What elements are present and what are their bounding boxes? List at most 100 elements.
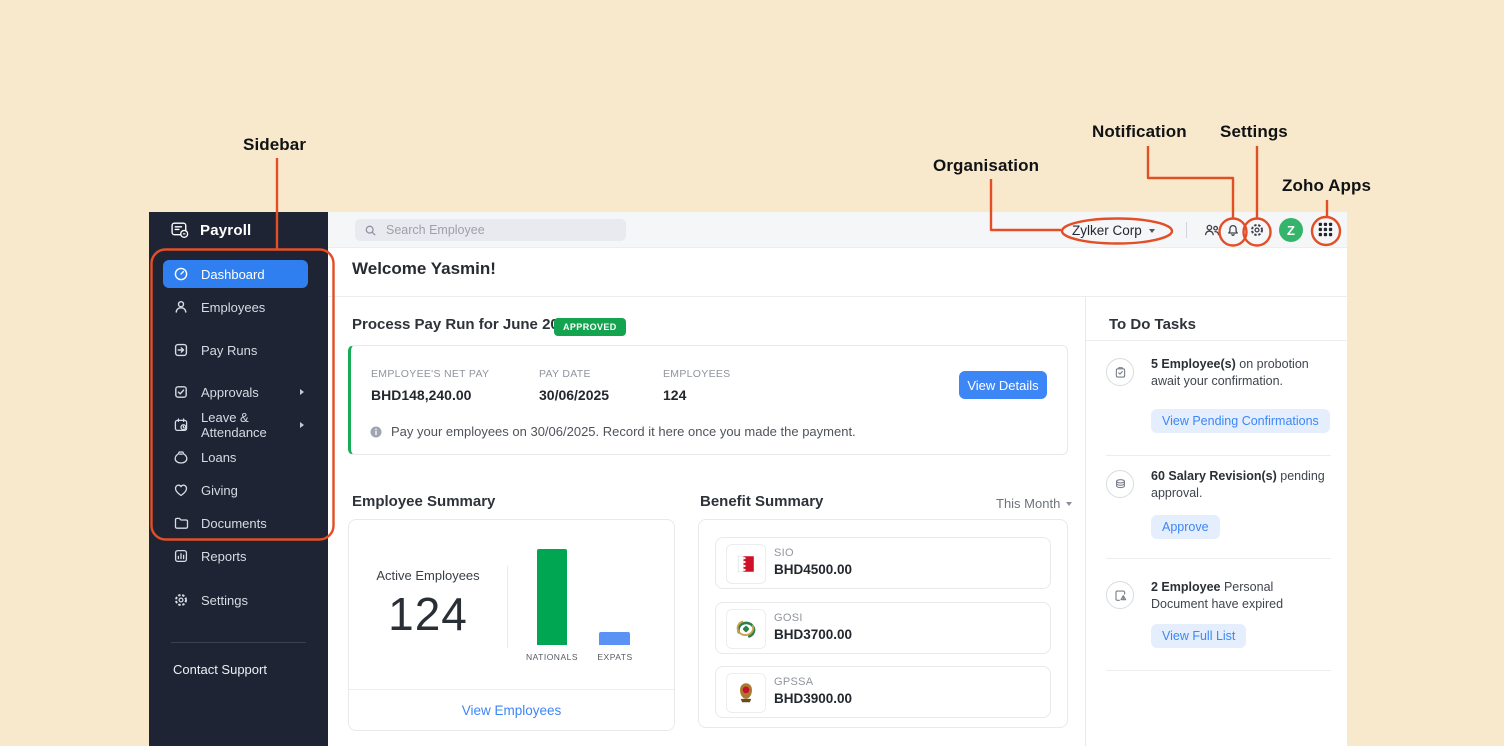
todo-panel: To Do Tasks 5 Employee(s) on probotion a… (1085, 296, 1347, 746)
pay-date-field: PAY DATE 30/06/2025 (539, 368, 609, 403)
sidebar-item-reports[interactable]: Reports (163, 542, 314, 570)
approve-button[interactable]: Approve (1151, 515, 1220, 539)
loans-icon (173, 449, 189, 465)
app-window: Payroll Dashboard Employees Pay Runs (149, 212, 1347, 746)
sidebar-item-dashboard[interactable]: Dashboard (163, 260, 308, 288)
benefit-name: SIO (774, 547, 794, 559)
view-employees-link[interactable]: View Employees (462, 703, 562, 718)
card-vertical-divider (507, 566, 508, 648)
field-label: PAY DATE (539, 368, 609, 380)
topbar: Zylker Corp Z (328, 212, 1347, 248)
sidebar-item-loans[interactable]: Loans (163, 443, 314, 471)
payroll-logo-icon (170, 220, 191, 241)
search-box[interactable] (355, 219, 626, 241)
app-logo: Payroll (170, 220, 251, 241)
pay-runs-icon (173, 342, 189, 358)
documents-folder-icon (173, 515, 189, 531)
task-count: 60 Salary Revision(s) (1151, 469, 1277, 483)
benefit-row-gpssa: GPSSA BHD3900.00 (715, 666, 1051, 718)
annotation-notification-label: Notification (1092, 122, 1187, 142)
search-icon (364, 224, 377, 237)
nationals-bar-label: NATIONALS (515, 652, 589, 662)
period-value: This Month (996, 496, 1060, 511)
app-name: Payroll (200, 222, 251, 239)
benefit-amount: BHD3700.00 (774, 627, 852, 642)
view-pending-confirmations-button[interactable]: View Pending Confirmations (1151, 409, 1330, 433)
view-full-list-button[interactable]: View Full List (1151, 624, 1246, 648)
active-employees-count: 124 (349, 587, 507, 641)
employee-summary-footer: View Employees (349, 689, 674, 730)
sidebar-item-settings[interactable]: Settings (163, 586, 314, 614)
sidebar-item-label: Dashboard (201, 267, 265, 282)
todo-divider (1086, 340, 1347, 341)
annotation-notification-line (1148, 146, 1233, 218)
benefit-row-gosi: GOSI BHD3700.00 (715, 602, 1051, 654)
sidebar-item-documents[interactable]: Documents (163, 509, 314, 537)
annotation-zoho-apps-label: Zoho Apps (1282, 176, 1371, 196)
sidebar-item-label: Giving (201, 483, 238, 498)
page-title: Welcome Yasmin! (352, 259, 496, 279)
employee-summary-card: Active Employees 124 NATIONALS EXPATS Vi… (348, 519, 675, 731)
active-employees-label: Active Employees (349, 568, 507, 583)
settings-gear-icon (173, 592, 189, 608)
payrun-note: Pay your employees on 30/06/2025. Record… (369, 424, 856, 439)
annotation-organisation-label: Organisation (933, 156, 1039, 176)
benefit-summary-title: Benefit Summary (700, 493, 823, 510)
field-value: 124 (663, 387, 730, 403)
sidebar-item-pay-runs[interactable]: Pay Runs (163, 336, 314, 364)
benefit-row-sio: SIO BHD4500.00 (715, 537, 1051, 589)
sidebar-item-leave-attendance[interactable]: Leave & Attendance (163, 411, 314, 439)
sidebar-item-label: Reports (201, 549, 247, 564)
field-value: BHD148,240.00 (371, 387, 489, 403)
sidebar-item-employees[interactable]: Employees (163, 293, 314, 321)
active-employees-stat: Active Employees 124 (349, 520, 507, 641)
user-avatar[interactable]: Z (1279, 218, 1303, 242)
submenu-arrow-icon (300, 389, 304, 395)
chevron-down-icon (1149, 229, 1155, 233)
dashboard-icon (173, 266, 189, 282)
chevron-down-icon (1066, 502, 1072, 506)
benefit-amount: BHD4500.00 (774, 562, 852, 577)
sidebar-item-label: Pay Runs (201, 343, 257, 358)
todo-title: To Do Tasks (1109, 316, 1196, 333)
employees-icon (173, 299, 189, 315)
sidebar-divider (171, 642, 306, 643)
period-dropdown[interactable]: This Month (996, 496, 1072, 511)
search-input[interactable] (384, 222, 617, 238)
settings-gear-icon[interactable] (1249, 222, 1265, 238)
avatar-letter: Z (1287, 223, 1295, 238)
probation-clipboard-icon (1106, 358, 1134, 386)
sidebar-item-label: Employees (201, 300, 265, 315)
contact-support-link[interactable]: Contact Support (173, 662, 267, 677)
task-divider (1106, 670, 1331, 671)
employees-field: EMPLOYEES 124 (663, 368, 730, 403)
benefit-summary-card: SIO BHD4500.00 GOSI BHD3700.00 GPSSA (698, 519, 1068, 728)
sidebar-item-label: Settings (201, 593, 248, 608)
gosi-logo (726, 609, 766, 649)
task-text: 60 Salary Revision(s) pending approval. (1151, 468, 1329, 502)
sidebar-item-label: Approvals (201, 385, 259, 400)
reports-icon (173, 548, 189, 564)
notification-bell-icon[interactable] (1225, 222, 1241, 238)
zoho-apps-grid-icon[interactable] (1317, 221, 1335, 237)
expats-bar (599, 632, 630, 645)
task-divider (1106, 558, 1331, 559)
topbar-divider (1186, 222, 1187, 238)
organisation-selector[interactable]: Zylker Corp (1072, 220, 1155, 240)
leave-attendance-icon (173, 417, 189, 433)
task-count: 2 Employee (1151, 580, 1220, 594)
organisation-name: Zylker Corp (1072, 223, 1142, 238)
payrun-section-title: Process Pay Run for June 2025 (352, 316, 575, 333)
sidebar-item-giving[interactable]: Giving (163, 476, 314, 504)
referral-users-icon[interactable] (1203, 222, 1221, 238)
field-label: EMPLOYEES (663, 368, 730, 380)
sidebar-item-approvals[interactable]: Approvals (163, 378, 314, 406)
nationals-bar (537, 549, 567, 645)
document-expired-icon (1106, 581, 1134, 609)
sidebar: Payroll Dashboard Employees Pay Runs (149, 212, 328, 746)
view-details-button[interactable]: View Details (959, 371, 1047, 399)
expats-bar-label: EXPATS (583, 652, 647, 662)
giving-heart-icon (173, 482, 189, 498)
payrun-note-text: Pay your employees on 30/06/2025. Record… (391, 424, 856, 439)
task-text: 2 Employee Personal Document have expire… (1151, 579, 1329, 613)
